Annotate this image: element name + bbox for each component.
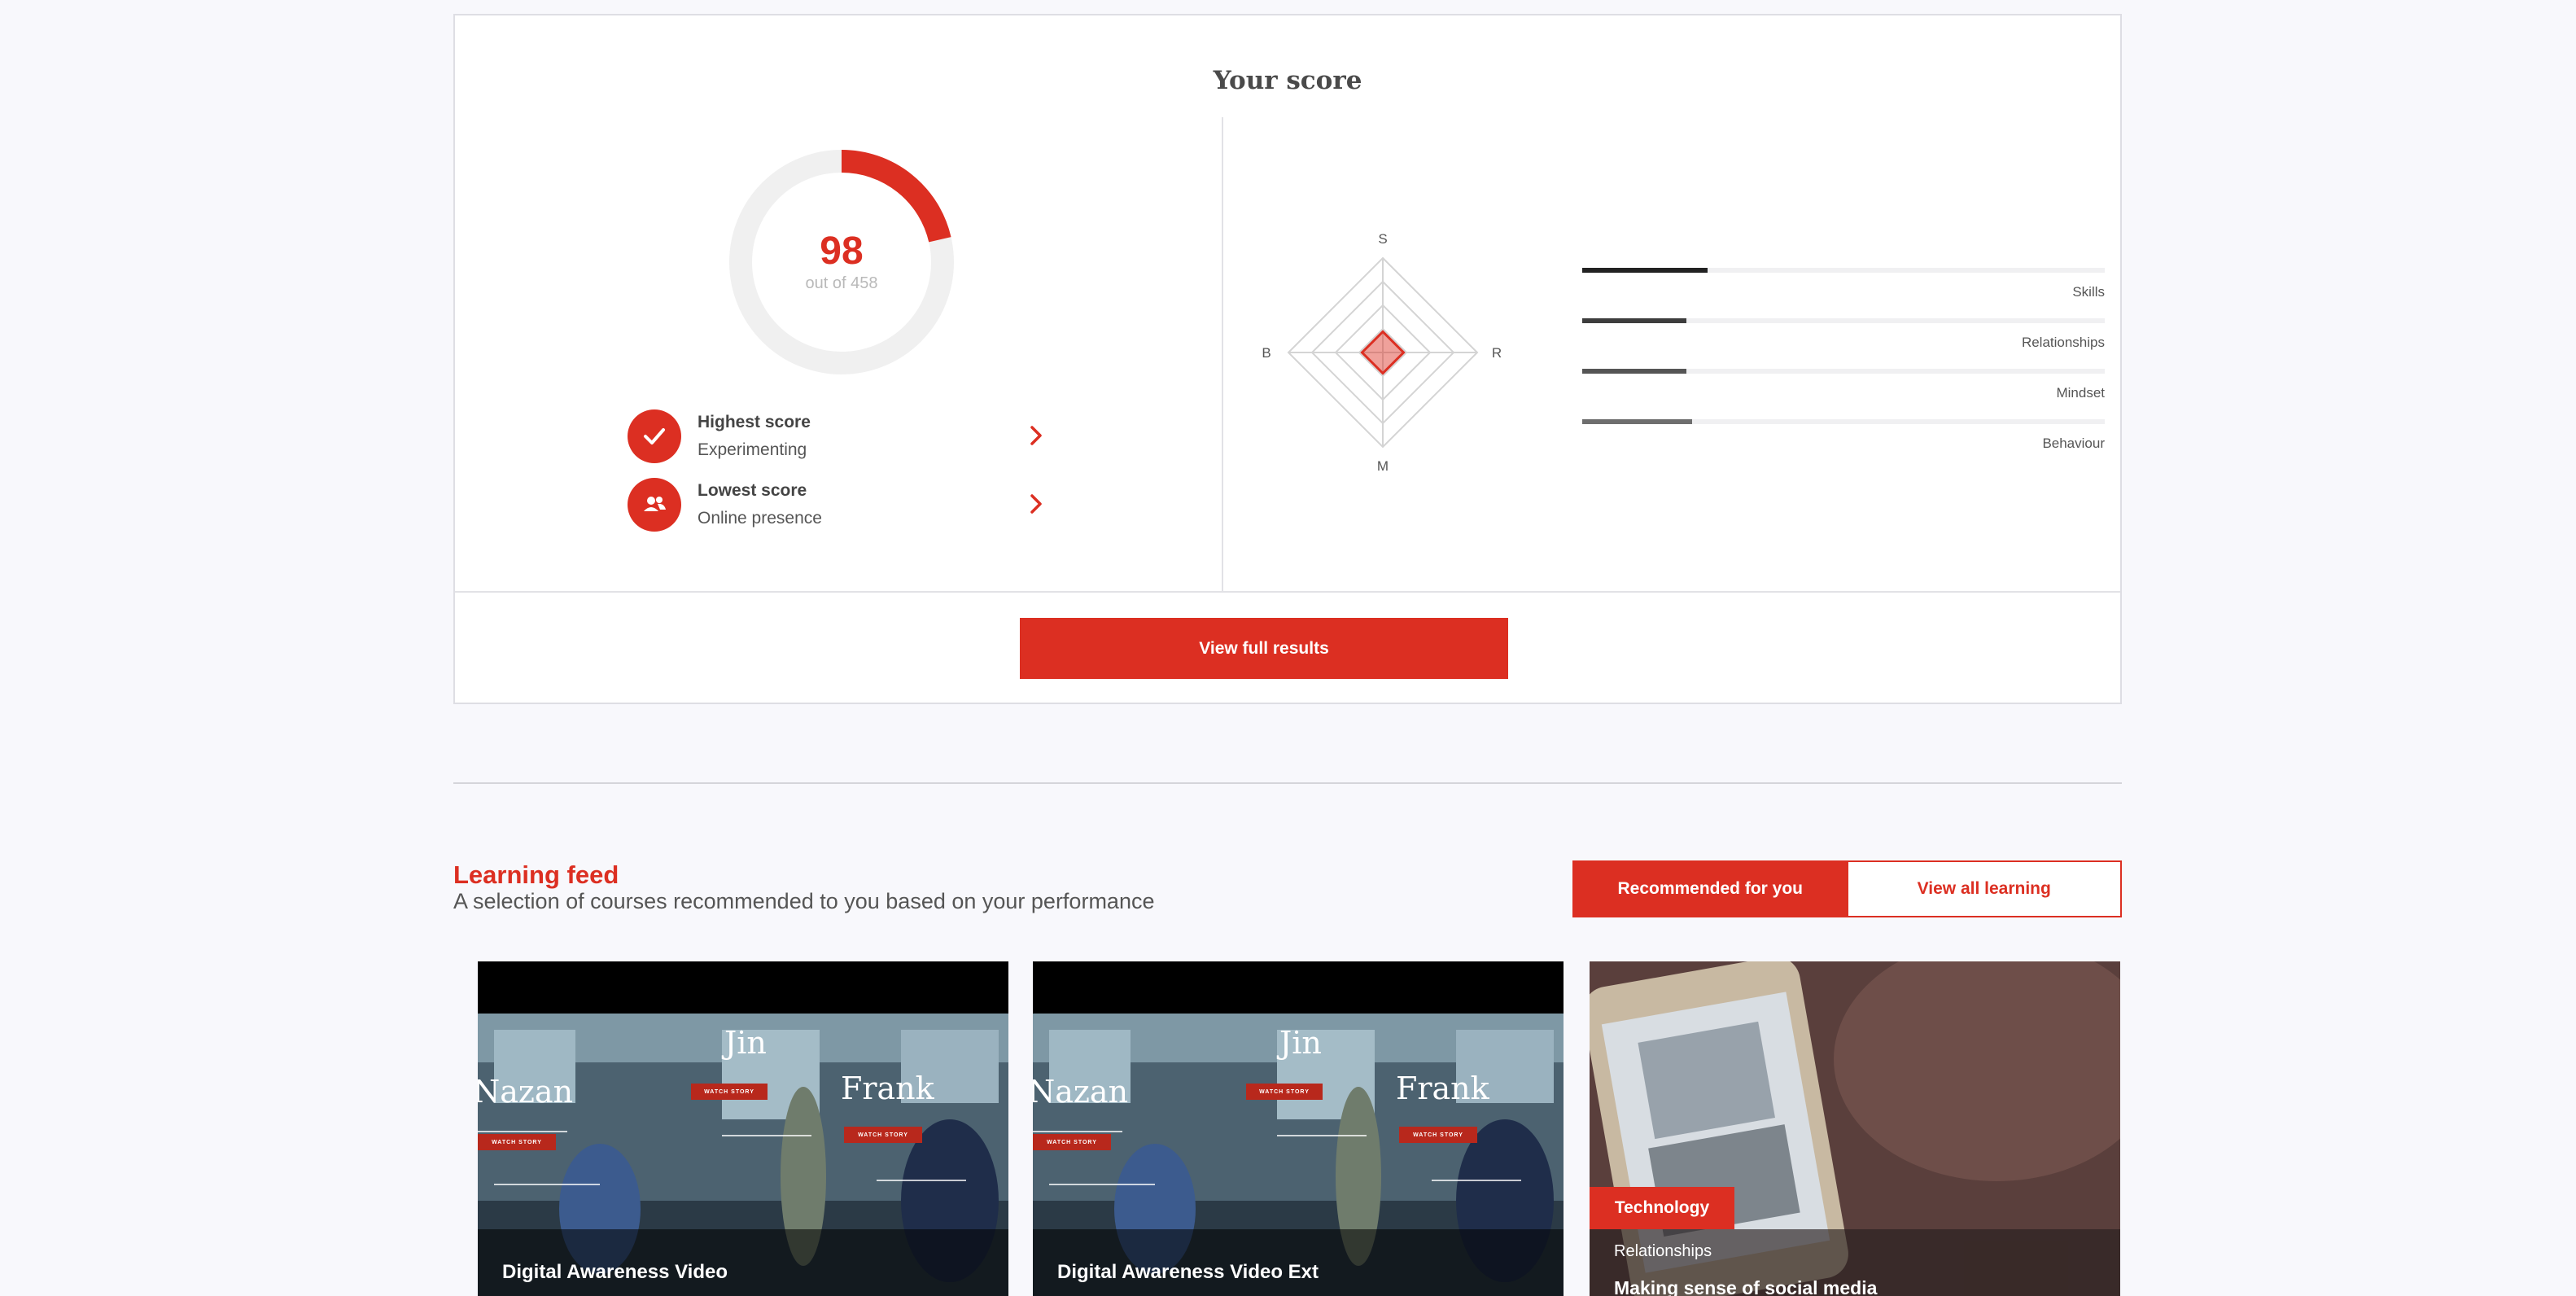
tab-recommended[interactable]: Recommended for you — [1572, 860, 1848, 917]
score-out-of: out of 458 — [805, 274, 878, 292]
course-card[interactable]: Nazan Jin Frank WATCH STORY WATCH STORY … — [1033, 961, 1564, 1296]
lowest-score-row[interactable]: Lowest score Online presence — [628, 478, 1046, 533]
watch-story-tag[interactable]: WATCH STORY — [691, 1084, 768, 1100]
score-title: Your score — [1213, 66, 1362, 95]
horizontal-divider — [455, 591, 2120, 593]
story-name: Jin — [1279, 1025, 1322, 1061]
highest-score-label: Highest score — [698, 413, 811, 431]
card-title: Making sense of social media — [1614, 1277, 1878, 1296]
category-badge: Technology — [1590, 1187, 1734, 1229]
feed-title: Learning feed — [453, 860, 619, 889]
section-divider — [453, 782, 2122, 784]
radar-area — [1360, 330, 1406, 375]
highest-score-row[interactable]: Highest score Experimenting — [628, 409, 1046, 465]
chevron-right-icon[interactable] — [1028, 421, 1046, 450]
tab-view-all[interactable]: View all learning — [1848, 860, 2122, 917]
radar-chart: S R M B — [1262, 231, 1502, 474]
feed-subtitle: A selection of courses recommended to yo… — [453, 889, 1155, 913]
card-title: Digital Awareness Video Ext — [1057, 1261, 1319, 1283]
bar-mindset: Mindset — [1582, 369, 2105, 419]
story-name: Frank — [841, 1071, 934, 1106]
story-name: Nazan — [1033, 1074, 1129, 1110]
radar-label-bottom: M — [1377, 458, 1389, 474]
course-card[interactable]: Nazan Jin Frank WATCH STORY WATCH STORY … — [478, 961, 1008, 1296]
story-name: Jin — [724, 1025, 767, 1061]
score-value: 98 — [820, 230, 864, 273]
feed-tabs: Recommended for you View all learning — [1572, 860, 2122, 917]
bar-skills: Skills — [1582, 268, 2105, 318]
bar-relationships: Relationships — [1582, 318, 2105, 369]
vertical-divider — [1222, 117, 1223, 591]
watch-story-tag[interactable]: WATCH STORY — [844, 1127, 922, 1143]
view-full-results-button[interactable]: View full results — [1020, 618, 1508, 679]
chevron-right-icon[interactable] — [1028, 489, 1046, 519]
watch-story-tag[interactable]: WATCH STORY — [1033, 1134, 1111, 1150]
watch-story-tag[interactable]: WATCH STORY — [478, 1134, 556, 1150]
story-name: Frank — [1396, 1071, 1489, 1106]
bar-label: Skills — [2072, 284, 2105, 300]
bar-behaviour: Behaviour — [1582, 419, 2105, 470]
bar-label: Mindset — [2056, 385, 2105, 401]
bar-label: Relationships — [2021, 335, 2105, 350]
bar-label: Behaviour — [2042, 436, 2105, 451]
score-card: Your score 98 out of 458 Highest score E… — [453, 14, 2122, 704]
lowest-score-value: Online presence — [698, 509, 822, 528]
check-icon — [628, 409, 681, 463]
course-card[interactable]: Technology Relationships Making sense of… — [1590, 961, 2120, 1296]
card-category: Relationships — [1614, 1242, 1712, 1260]
radar-label-top: S — [1378, 231, 1387, 247]
people-icon — [628, 478, 681, 532]
card-title: Digital Awareness Video — [502, 1261, 728, 1283]
watch-story-tag[interactable]: WATCH STORY — [1246, 1084, 1323, 1100]
radar-label-right: R — [1492, 345, 1502, 361]
story-name: Nazan — [478, 1074, 574, 1110]
watch-story-tag[interactable]: WATCH STORY — [1399, 1127, 1477, 1143]
radar-label-left: B — [1262, 345, 1271, 361]
highest-score-value: Experimenting — [698, 440, 807, 459]
lowest-score-label: Lowest score — [698, 481, 807, 500]
score-bars: Skills Relationships Mindset Behaviour — [1582, 268, 2105, 470]
